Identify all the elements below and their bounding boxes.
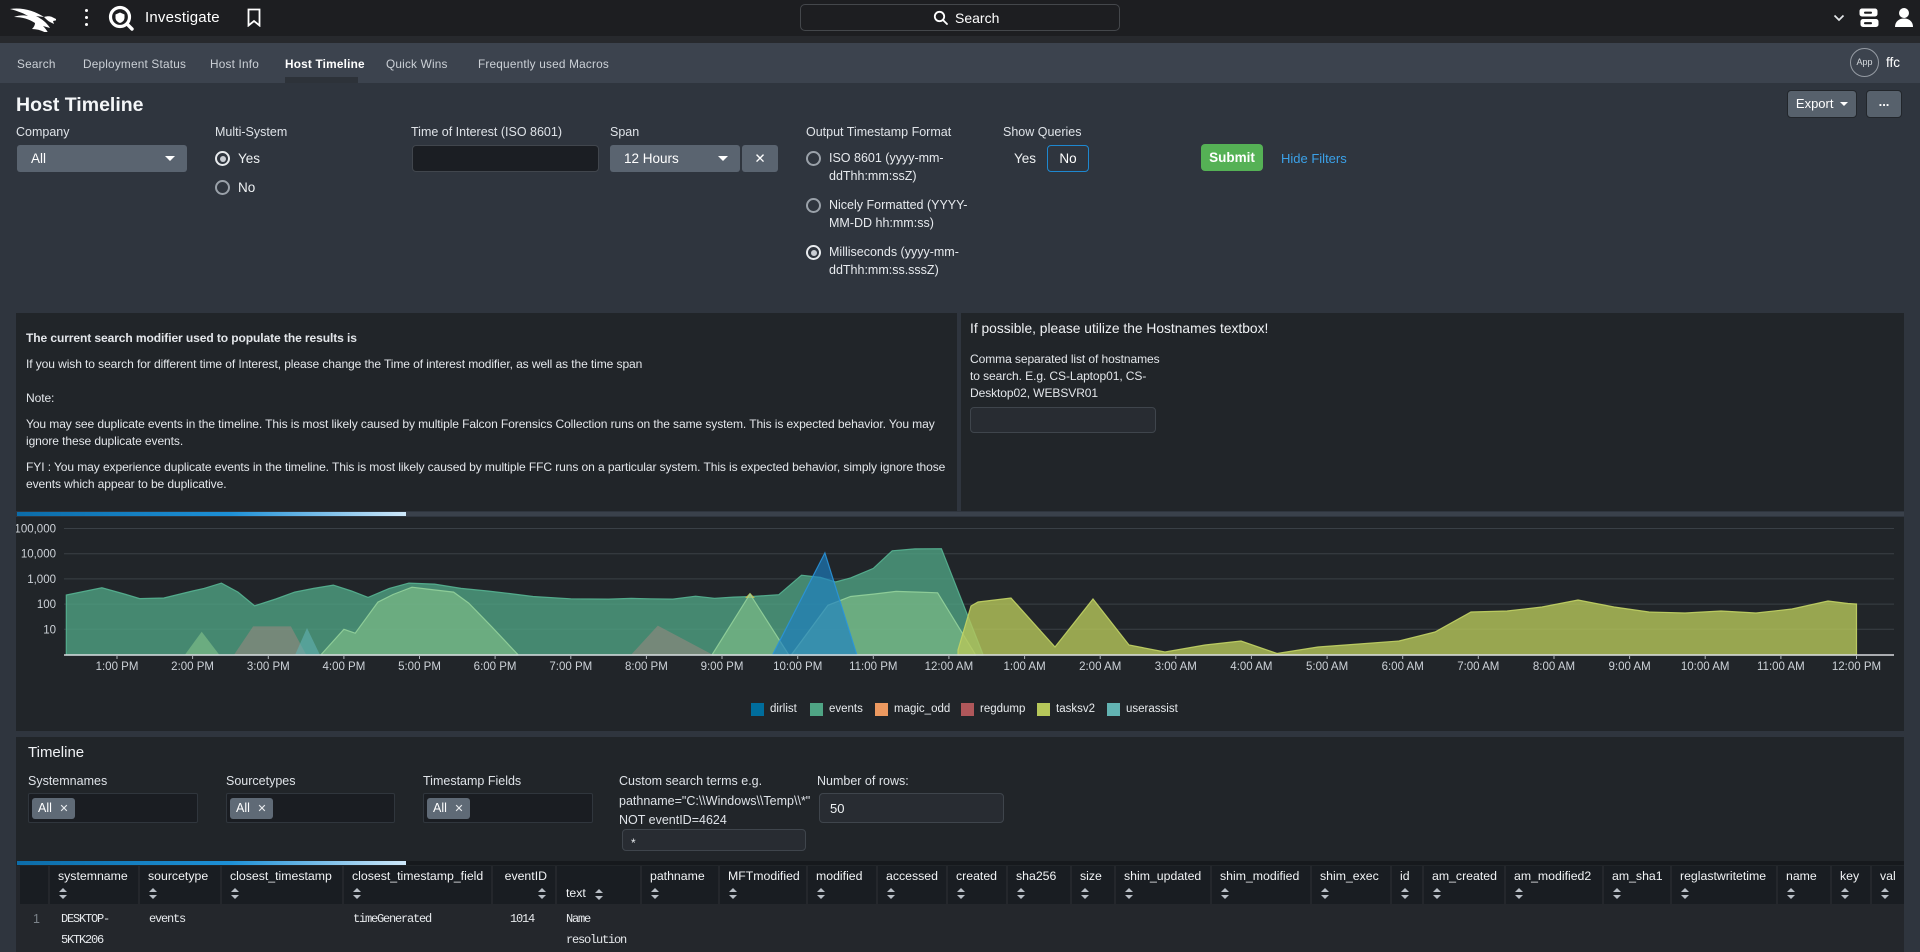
- svg-text:11:00 PM: 11:00 PM: [849, 661, 897, 673]
- svg-text:100: 100: [37, 599, 56, 611]
- svg-text:9:00 AM: 9:00 AM: [1608, 661, 1650, 673]
- svg-text:5:00 AM: 5:00 AM: [1306, 661, 1348, 673]
- svg-text:1:00 AM: 1:00 AM: [1003, 661, 1045, 673]
- svg-text:10:00 PM: 10:00 PM: [773, 661, 822, 673]
- svg-text:6:00 AM: 6:00 AM: [1382, 661, 1424, 673]
- svg-text:8:00 PM: 8:00 PM: [625, 661, 668, 673]
- svg-text:10:00 AM: 10:00 AM: [1681, 661, 1730, 673]
- svg-text:7:00 PM: 7:00 PM: [549, 661, 592, 673]
- svg-text:8:00 AM: 8:00 AM: [1533, 661, 1575, 673]
- svg-text:4:00 AM: 4:00 AM: [1230, 661, 1272, 673]
- svg-text:9:00 PM: 9:00 PM: [701, 661, 744, 673]
- svg-text:12:00 PM: 12:00 PM: [1832, 661, 1881, 673]
- svg-text:7:00 AM: 7:00 AM: [1457, 661, 1499, 673]
- svg-text:10,000: 10,000: [21, 549, 56, 561]
- svg-text:1,000: 1,000: [27, 574, 56, 586]
- svg-text:3:00 PM: 3:00 PM: [247, 661, 290, 673]
- svg-text:2:00 PM: 2:00 PM: [171, 661, 214, 673]
- svg-text:5:00 PM: 5:00 PM: [398, 661, 441, 673]
- svg-text:1:00 PM: 1:00 PM: [96, 661, 139, 673]
- svg-text:11:00 AM: 11:00 AM: [1757, 661, 1805, 673]
- svg-text:6:00 PM: 6:00 PM: [474, 661, 517, 673]
- svg-text:10: 10: [43, 624, 56, 636]
- svg-text:2:00 AM: 2:00 AM: [1079, 661, 1121, 673]
- svg-text:4:00 PM: 4:00 PM: [322, 661, 365, 673]
- svg-text:12:00 AM: 12:00 AM: [925, 661, 974, 673]
- svg-text:100,000: 100,000: [16, 524, 56, 536]
- svg-text:3:00 AM: 3:00 AM: [1155, 661, 1197, 673]
